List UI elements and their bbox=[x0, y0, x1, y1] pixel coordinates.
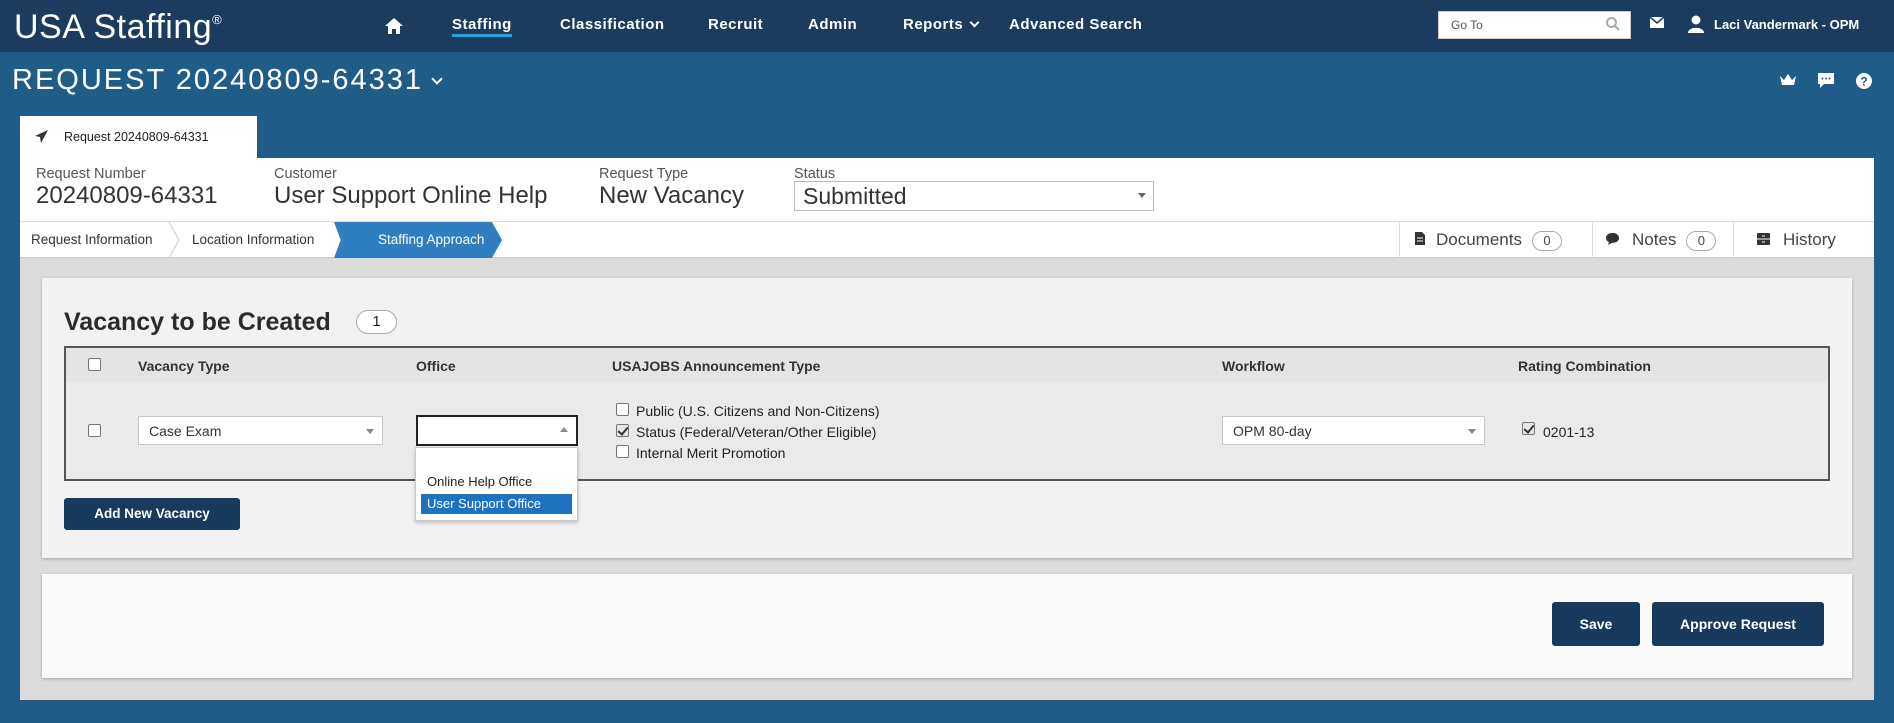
documents-label: Documents bbox=[1436, 230, 1522, 249]
vacancy-type-value: Case Exam bbox=[149, 423, 222, 439]
comment-icon[interactable] bbox=[1817, 72, 1835, 89]
nav-reports[interactable]: Reports bbox=[903, 16, 980, 33]
step-request-information[interactable]: Request Information bbox=[31, 222, 153, 258]
vacancy-count-badge: 1 bbox=[356, 310, 397, 334]
nav-reports-label: Reports bbox=[903, 16, 964, 33]
row-checkbox[interactable] bbox=[88, 424, 101, 437]
table-row: Case Exam Public (U.S. Citizens and Non-… bbox=[64, 382, 1830, 481]
documents-count: 0 bbox=[1531, 231, 1562, 251]
caret-up-icon bbox=[560, 427, 568, 432]
request-tab[interactable]: Request 20240809-64331 bbox=[20, 116, 257, 160]
announcement-status-checkbox[interactable] bbox=[616, 424, 629, 437]
header-vacancy-type[interactable]: Vacancy Type bbox=[138, 358, 230, 374]
caret-down-icon bbox=[1468, 429, 1476, 434]
approve-request-button[interactable]: Approve Request bbox=[1652, 602, 1824, 646]
notes-label: Notes bbox=[1632, 230, 1677, 249]
notes-count: 0 bbox=[1686, 231, 1717, 251]
paper-plane-icon bbox=[35, 130, 48, 143]
search-icon[interactable] bbox=[1605, 16, 1621, 32]
nav-admin[interactable]: Admin bbox=[808, 16, 857, 33]
select-all-checkbox[interactable] bbox=[88, 358, 101, 371]
documents-tab[interactable]: Documents 0 bbox=[1399, 222, 1592, 258]
caret-down-icon bbox=[366, 429, 374, 434]
nav-recruit[interactable]: Recruit bbox=[708, 16, 763, 33]
page-title[interactable]: REQUEST 20240809-64331 bbox=[12, 64, 443, 97]
vacancy-table-header: Vacancy Type Office USAJOBS Announcement… bbox=[64, 346, 1830, 383]
history-label: History bbox=[1783, 230, 1836, 249]
crown-icon[interactable] bbox=[1779, 72, 1797, 87]
announcement-status-label[interactable]: Status (Federal/Veteran/Other Eligible) bbox=[636, 424, 876, 440]
help-icon[interactable]: ? bbox=[1855, 72, 1873, 90]
announcement-public-label[interactable]: Public (U.S. Citizens and Non-Citizens) bbox=[636, 403, 880, 419]
archive-icon bbox=[1757, 233, 1770, 245]
mail-icon[interactable] bbox=[1649, 16, 1665, 30]
status-select[interactable]: Submitted bbox=[794, 181, 1154, 211]
request-tab-label: Request 20240809-64331 bbox=[64, 130, 209, 144]
announcement-merit-label[interactable]: Internal Merit Promotion bbox=[636, 445, 785, 461]
user-menu[interactable]: Laci Vandermark - OPM bbox=[1714, 17, 1859, 32]
save-button[interactable]: Save bbox=[1552, 602, 1640, 646]
announcement-public-checkbox[interactable] bbox=[616, 403, 629, 416]
request-number-value: 20240809-64331 bbox=[36, 182, 218, 209]
workflow-value: OPM 80-day bbox=[1233, 423, 1312, 439]
section-title: Vacancy to be Created bbox=[64, 308, 331, 336]
home-icon[interactable] bbox=[384, 17, 404, 35]
svg-text:?: ? bbox=[1860, 75, 1867, 89]
comment-icon bbox=[1606, 233, 1619, 245]
rating-checkbox[interactable] bbox=[1522, 422, 1535, 435]
nav-classification[interactable]: Classification bbox=[560, 16, 665, 33]
workflow-select[interactable]: OPM 80-day bbox=[1222, 416, 1485, 445]
office-option-online-help[interactable]: Online Help Office bbox=[421, 472, 572, 492]
history-tab[interactable]: History bbox=[1733, 222, 1874, 258]
user-icon[interactable] bbox=[1687, 14, 1705, 34]
step-breadcrumb: Request Information Location Information… bbox=[20, 221, 1874, 258]
header-workflow[interactable]: Workflow bbox=[1222, 358, 1285, 374]
chevron-down-icon bbox=[969, 17, 980, 28]
office-option-user-support[interactable]: User Support Office bbox=[421, 494, 572, 514]
header-rating-combination[interactable]: Rating Combination bbox=[1518, 358, 1651, 374]
chevron-down-icon bbox=[431, 73, 443, 85]
brand-logo[interactable]: USA Staffing® bbox=[14, 8, 222, 47]
header-office[interactable]: Office bbox=[416, 358, 456, 374]
nav-advanced-search[interactable]: Advanced Search bbox=[1009, 16, 1142, 33]
customer-value: User Support Online Help bbox=[274, 182, 548, 209]
top-navigation-bar: USA Staffing® Staffing Classification Re… bbox=[0, 0, 1894, 52]
notes-tab[interactable]: Notes 0 bbox=[1592, 222, 1733, 258]
request-type-value: New Vacancy bbox=[599, 182, 744, 209]
customer-label: Customer bbox=[274, 166, 337, 182]
add-new-vacancy-button[interactable]: Add New Vacancy bbox=[64, 498, 240, 530]
nav-staffing[interactable]: Staffing bbox=[452, 16, 512, 37]
request-summary: Request Number 20240809-64331 Customer U… bbox=[20, 158, 1874, 222]
status-label: Status bbox=[794, 166, 836, 182]
announcement-merit-checkbox[interactable] bbox=[616, 445, 629, 458]
header-announcement-type[interactable]: USAJOBS Announcement Type bbox=[612, 358, 820, 374]
office-dropdown-list: Online Help Office User Support Office bbox=[415, 447, 578, 521]
request-number-label: Request Number bbox=[36, 166, 146, 182]
step-separator bbox=[168, 222, 180, 258]
caret-down-icon bbox=[1138, 193, 1146, 198]
step-location-information[interactable]: Location Information bbox=[192, 222, 314, 258]
office-select[interactable] bbox=[416, 415, 578, 446]
document-icon bbox=[1415, 232, 1425, 245]
page-title-text: REQUEST 20240809-64331 bbox=[12, 64, 424, 96]
rating-label[interactable]: 0201-13 bbox=[1543, 424, 1594, 440]
step-staffing-approach[interactable]: Staffing Approach bbox=[334, 222, 502, 258]
request-type-label: Request Type bbox=[599, 166, 689, 182]
status-value: Submitted bbox=[803, 183, 907, 209]
goto-search-input[interactable]: Go To bbox=[1438, 11, 1631, 39]
vacancy-type-select[interactable]: Case Exam bbox=[138, 416, 383, 445]
